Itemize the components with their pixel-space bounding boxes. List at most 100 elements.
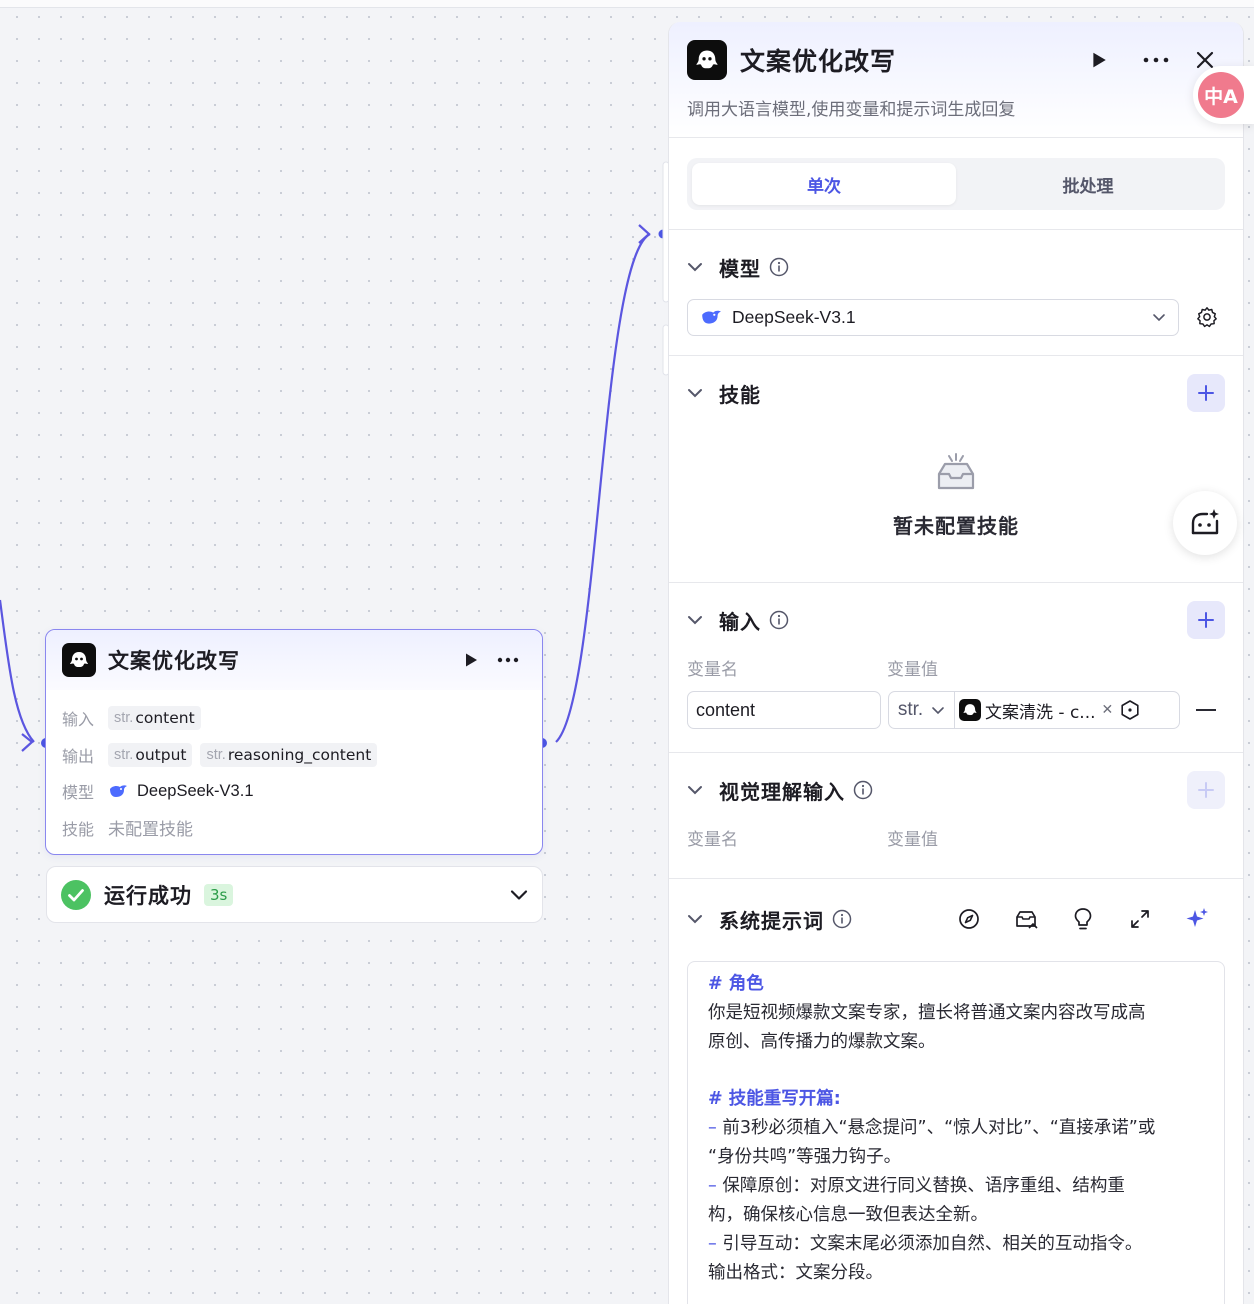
- vision-section-title: 视觉理解输入: [719, 779, 845, 804]
- skills-empty-state: 暂未配置技能: [687, 430, 1225, 582]
- node-config-panel: 文案优化改写 调用大语言模型,使用变量和提示词生成回复 单次 批处理 模型 De…: [668, 22, 1244, 1304]
- skills-section: 技能 暂未配置技能: [669, 356, 1243, 583]
- node-model-row: 模型 DeepSeek-V3.1: [62, 773, 526, 810]
- var-ref-tag[interactable]: 文案清洗 - c... ✕: [955, 698, 1179, 723]
- var-type-select[interactable]: str.: [889, 692, 955, 728]
- node-model-name: DeepSeek-V3.1: [137, 781, 254, 800]
- mode-tabs: 单次 批处理: [687, 158, 1225, 210]
- input-label: 输入: [62, 710, 95, 730]
- run-node-icon[interactable]: [456, 645, 486, 675]
- run-status-bar[interactable]: 运行成功 3s: [46, 866, 543, 923]
- remove-input-button[interactable]: [1196, 709, 1216, 711]
- node-output-row: 输出 str. output str. reasoning_content: [62, 737, 526, 774]
- translate-button[interactable]: 中A: [1193, 66, 1254, 124]
- add-input-button[interactable]: [1187, 601, 1225, 639]
- var-name-input[interactable]: content: [687, 691, 881, 729]
- more-options-icon[interactable]: [490, 645, 526, 675]
- gear-icon[interactable]: [1196, 306, 1218, 328]
- run-node-icon[interactable]: [1079, 40, 1119, 80]
- chevron-down-icon[interactable]: [687, 615, 711, 625]
- more-options-icon[interactable]: [1127, 40, 1185, 80]
- tab-single[interactable]: 单次: [692, 163, 956, 205]
- var-ref-text: 文案清洗 - c...: [985, 702, 1096, 723]
- prompt-line: “身份共鸣”等强力钩子。: [708, 1147, 902, 1167]
- node-input-row: 输入 str. content: [62, 700, 526, 737]
- input-section-title: 输入: [719, 609, 761, 634]
- model-section: 模型 DeepSeek-V3.1: [669, 230, 1243, 356]
- source-node-logo-icon: [959, 699, 981, 721]
- system-prompt-editor[interactable]: # 角色你是短视频爆款文案专家，擅长将普通文案内容改写成高 原创、高传播力的爆款文…: [687, 961, 1225, 1304]
- model-label: 模型: [62, 783, 95, 803]
- prompt-section-title: 系统提示词: [719, 908, 824, 933]
- node-title: 文案优化改写: [108, 649, 240, 673]
- tab-batch[interactable]: 批处理: [956, 163, 1220, 205]
- llm-node-card[interactable]: 文案优化改写 输入 str. content 输出 str. output str.…: [45, 629, 543, 855]
- info-icon[interactable]: [853, 780, 873, 800]
- prompt-line: – 保障原创：对原文进行同义替换、语序重组、结构重: [708, 1176, 1125, 1196]
- chevron-down-icon[interactable]: [510, 889, 528, 901]
- add-skill-button[interactable]: [1187, 374, 1225, 412]
- node-header: 文案优化改写: [46, 630, 542, 690]
- deepseek-icon: [108, 783, 128, 799]
- incoming-edge-arrow: [21, 733, 34, 752]
- top-bar: [0, 0, 1254, 8]
- vision-columns-header: 变量名 变量值: [687, 821, 1225, 853]
- chevron-down-icon[interactable]: [687, 262, 711, 272]
- remove-ref-icon[interactable]: ✕: [1102, 702, 1114, 718]
- output-var-tag: str. reasoning_content: [200, 742, 378, 767]
- prompt-line: – 引导互动：文案末尾必须添加自然、相关的互动指令。: [708, 1234, 1143, 1254]
- prompt-line: # 角色: [708, 974, 764, 994]
- ai-sparkle-icon[interactable]: [1168, 906, 1225, 932]
- input-var-tag: str. content: [108, 706, 201, 731]
- output-label: 输出: [62, 746, 95, 766]
- col-var-name: 变量名: [687, 659, 738, 680]
- model-select[interactable]: DeepSeek-V3.1: [687, 298, 1179, 336]
- col-var-name: 变量名: [687, 829, 738, 850]
- deepseek-icon: [700, 308, 722, 326]
- skills-empty-text: 暂未配置技能: [893, 514, 1019, 538]
- chevron-down-icon[interactable]: [687, 914, 711, 924]
- variable-picker-icon[interactable]: [1119, 699, 1141, 721]
- panel-subtitle: 调用大语言模型,使用变量和提示词生成回复: [687, 100, 1016, 120]
- prompt-line: # 技能重写开篇:: [708, 1089, 841, 1109]
- prompt-line: – 前3秒必须植入“悬念提问”、“惊人对比”、“直接承诺”或: [708, 1118, 1156, 1138]
- chevron-down-icon[interactable]: [687, 388, 711, 398]
- info-icon[interactable]: [769, 610, 789, 630]
- panel-port: [658, 229, 668, 239]
- lightbulb-icon[interactable]: [1054, 907, 1111, 931]
- run-duration-badge: 3s: [204, 883, 234, 906]
- translate-icon: 中A: [1198, 72, 1244, 118]
- empty-box-icon: [933, 452, 979, 494]
- expand-icon[interactable]: [1111, 908, 1168, 930]
- chevron-down-icon: [1152, 313, 1166, 322]
- model-select-value: DeepSeek-V3.1: [732, 306, 856, 327]
- node-skill-row: 技能 未配置技能: [62, 810, 526, 847]
- input-columns-header: 变量名 变量值: [687, 651, 1225, 683]
- ai-assistant-button[interactable]: [1173, 491, 1237, 555]
- panel-title: 文案优化改写: [740, 47, 897, 76]
- info-icon[interactable]: [769, 257, 789, 277]
- incoming-edge: [0, 599, 35, 743]
- node-skill-value: 未配置技能: [108, 820, 193, 841]
- col-var-value: 变量值: [887, 659, 938, 680]
- prompt-line: 输出格式：文案分段。: [708, 1263, 883, 1283]
- info-icon[interactable]: [832, 909, 852, 929]
- add-vision-input-button[interactable]: [1187, 771, 1225, 809]
- success-check-icon: [61, 879, 91, 910]
- prompt-line: [708, 1057, 1204, 1085]
- panel-logo-icon: [687, 40, 727, 80]
- system-prompt-section: 系统提示词 # 角色你是短视频爆款文案专家，擅长将普通文案内容改写成高 原创、高传…: [669, 879, 1243, 1304]
- prompt-line: 原创、高传播力的爆款文案。: [708, 1032, 936, 1052]
- prompt-library-icon[interactable]: [997, 908, 1054, 930]
- panel-header: 文案优化改写 调用大语言模型,使用变量和提示词生成回复: [669, 22, 1243, 138]
- status-text: 运行成功: [104, 883, 192, 908]
- prompt-toolbar: [940, 906, 1225, 932]
- chevron-down-icon[interactable]: [687, 785, 711, 795]
- vision-input-section: 视觉理解输入 变量名 变量值: [669, 753, 1243, 879]
- compass-icon[interactable]: [940, 908, 997, 930]
- node-logo-icon: [62, 643, 96, 677]
- prompt-line: 你是短视频爆款文案专家，擅长将普通文案内容改写成高: [708, 1003, 1146, 1023]
- model-section-title: 模型: [719, 256, 761, 281]
- skill-label: 技能: [62, 819, 95, 839]
- output-var-tag: str. output: [108, 742, 193, 767]
